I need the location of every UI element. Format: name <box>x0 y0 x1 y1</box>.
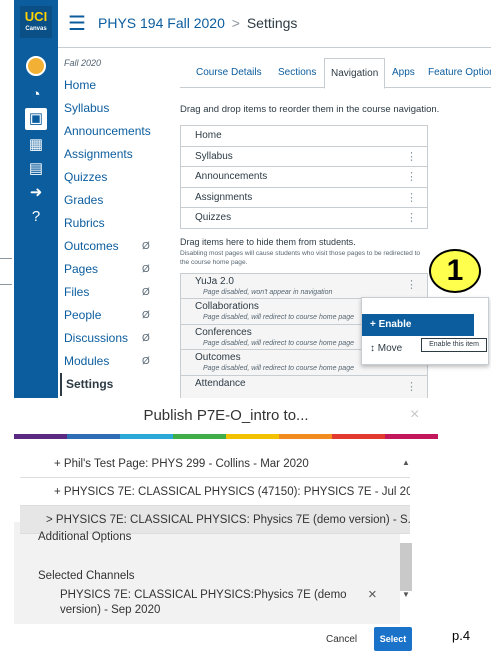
tab-apps[interactable]: Apps <box>388 64 419 88</box>
course-nav-outcomes[interactable]: Outcomes Ø <box>60 235 156 258</box>
hidden-row-yuja[interactable]: YuJa 2.0 Page disabled, won't appear in … <box>181 274 427 300</box>
hamburger-menu-icon[interactable]: ☰ <box>68 13 90 35</box>
hidden-from-students-icon: Ø <box>142 287 150 298</box>
global-navigation: UCI Canvas ◔ ▣ ▦ ▤ ➜ ? <box>14 0 58 408</box>
uci-canvas-logo[interactable]: UCI Canvas <box>20 6 52 38</box>
kebab-menu-icon[interactable]: ⋮ <box>406 208 417 228</box>
rainbow-segment <box>14 434 67 439</box>
account-avatar[interactable] <box>26 56 46 76</box>
tab-course-details[interactable]: Course Details <box>192 64 266 88</box>
hidden-from-students-icon: Ø <box>142 310 150 321</box>
settings-tabs: Course Details Sections Navigation Apps … <box>180 58 491 89</box>
course-nav-grades[interactable]: Grades <box>60 189 156 212</box>
hidden-from-students-icon: Ø <box>142 241 150 252</box>
additional-options-label[interactable]: Additional Options <box>38 531 131 543</box>
course-nav-pages[interactable]: Pages Ø <box>60 258 156 281</box>
enable-tooltip: Enable this item <box>421 338 487 352</box>
help-icon[interactable]: ? <box>25 206 47 228</box>
rainbow-segment <box>385 434 438 439</box>
scrollbar-thumb[interactable] <box>400 543 412 591</box>
kebab-menu-icon[interactable]: ⋮ <box>406 380 417 393</box>
step-callout: 1 <box>429 249 481 293</box>
course-navigation: Fall 2020 Home Syllabus Announcements As… <box>60 58 156 396</box>
dialog-title: Publish P7E-O_intro to... <box>143 407 309 424</box>
breadcrumb-course-link[interactable]: PHYS 194 Fall 2020 <box>98 15 225 31</box>
rainbow-segment <box>120 434 173 439</box>
course-nav-syllabus[interactable]: Syllabus <box>60 97 156 120</box>
cancel-button[interactable]: Cancel <box>326 634 357 645</box>
nav-row-announcements[interactable]: Announcements ⋮ <box>181 167 427 188</box>
nav-row-syllabus[interactable]: Syllabus ⋮ <box>181 147 427 167</box>
course-nav-rubrics[interactable]: Rubrics <box>60 212 156 235</box>
nav-row-assignments[interactable]: Assignments ⋮ <box>181 188 427 208</box>
rainbow-segment <box>226 434 279 439</box>
breadcrumb-bar: ☰ PHYS 194 Fall 2020 > Settings <box>58 0 491 48</box>
close-icon[interactable]: × <box>410 406 419 424</box>
course-nav-home[interactable]: Home <box>60 74 156 97</box>
selected-channel: PHYSICS 7E: CLASSICAL PHYSICS:Physics 7E… <box>60 589 347 616</box>
breadcrumb-separator: > <box>231 15 240 31</box>
courses-icon[interactable]: ▣ <box>25 108 47 130</box>
course-nav-modules[interactable]: Modules Ø <box>60 350 156 373</box>
breadcrumb: PHYS 194 Fall 2020 > Settings <box>98 15 297 31</box>
hidden-from-students-icon: Ø <box>142 264 150 275</box>
inbox-icon[interactable]: ▤ <box>25 158 47 180</box>
remove-channel-icon[interactable]: × <box>368 586 377 603</box>
rainbow-segment <box>279 434 332 439</box>
kebab-menu-icon[interactable]: ⋮ <box>406 278 417 291</box>
scroll-up-icon[interactable]: ▲ <box>402 458 410 467</box>
rainbow-segment <box>332 434 385 439</box>
course-nav-people[interactable]: People Ø <box>60 304 156 327</box>
scroll-down-icon[interactable]: ▼ <box>402 590 410 599</box>
course-nav-settings[interactable]: Settings <box>60 373 156 396</box>
selected-channels-label: Selected Channels <box>38 570 135 582</box>
course-nav-discussions[interactable]: Discussions Ø <box>60 327 156 350</box>
kebab-menu-icon[interactable]: ⋮ <box>406 188 417 208</box>
enable-menu-item[interactable]: + Enable <box>362 314 474 336</box>
move-arrows-icon: ↕ <box>370 343 378 354</box>
hidden-from-students-icon: Ø <box>142 356 150 367</box>
commons-icon[interactable]: ➜ <box>25 182 47 204</box>
dashboard-icon[interactable]: ◔ <box>25 84 47 106</box>
course-list-item-selected[interactable]: > PHYSICS 7E: CLASSICAL PHYSICS: Physics… <box>20 506 410 534</box>
logo-text: UCI <box>24 9 48 24</box>
course-list: + Phil's Test Page: PHYS 299 - Collins -… <box>20 450 410 534</box>
kebab-menu-icon[interactable]: ⋮ <box>406 167 417 187</box>
breadcrumb-current: Settings <box>246 15 298 31</box>
hidden-from-students-icon: Ø <box>142 333 150 344</box>
publish-dialog: Publish P7E-O_intro to... × + Phil's Tes… <box>14 398 438 652</box>
hidden-items-subtext: Disabling most pages will cause students… <box>180 249 421 266</box>
page-number: p.4 <box>452 628 471 643</box>
kebab-menu-icon[interactable]: ⋮ <box>406 147 417 167</box>
item-context-menu: + Enable ↕ Move <box>361 297 489 365</box>
tab-sections[interactable]: Sections <box>274 64 320 88</box>
rainbow-segment <box>173 434 226 439</box>
nav-row-quizzes[interactable]: Quizzes ⋮ <box>181 208 427 229</box>
course-list-item[interactable]: + Phil's Test Page: PHYS 299 - Collins -… <box>20 450 410 478</box>
calendar-icon[interactable]: ▦ <box>25 134 47 156</box>
tab-feature-options[interactable]: Feature Options <box>424 64 491 88</box>
left-edge-strip <box>0 0 14 408</box>
course-list-item[interactable]: + PHYSICS 7E: CLASSICAL PHYSICS (47150):… <box>20 478 410 506</box>
rainbow-divider <box>14 434 438 439</box>
rainbow-segment <box>67 434 120 439</box>
reorder-instructions: Drag and drop items to reorder them in t… <box>180 104 440 115</box>
course-term-label: Fall 2020 <box>64 58 102 68</box>
hidden-items-instructions: Drag items here to hide them from studen… <box>180 236 356 247</box>
select-button[interactable]: Select <box>374 627 412 651</box>
course-nav-assignments[interactable]: Assignments <box>60 143 156 166</box>
logo-subtext: Canvas <box>25 26 47 32</box>
course-nav-files[interactable]: Files Ø <box>60 281 156 304</box>
tab-navigation[interactable]: Navigation <box>324 58 386 89</box>
course-nav-announcements[interactable]: Announcements <box>60 120 156 143</box>
course-nav-quizzes[interactable]: Quizzes <box>60 166 156 189</box>
enabled-nav-list: Home Syllabus ⋮ Announcements ⋮ Assignment… <box>180 125 428 229</box>
nav-row-home[interactable]: Home <box>181 126 427 147</box>
canvas-settings-screenshot: UCI Canvas ◔ ▣ ▦ ▤ ➜ ? ☰ PHYS 194 Fall 2… <box>14 0 491 408</box>
